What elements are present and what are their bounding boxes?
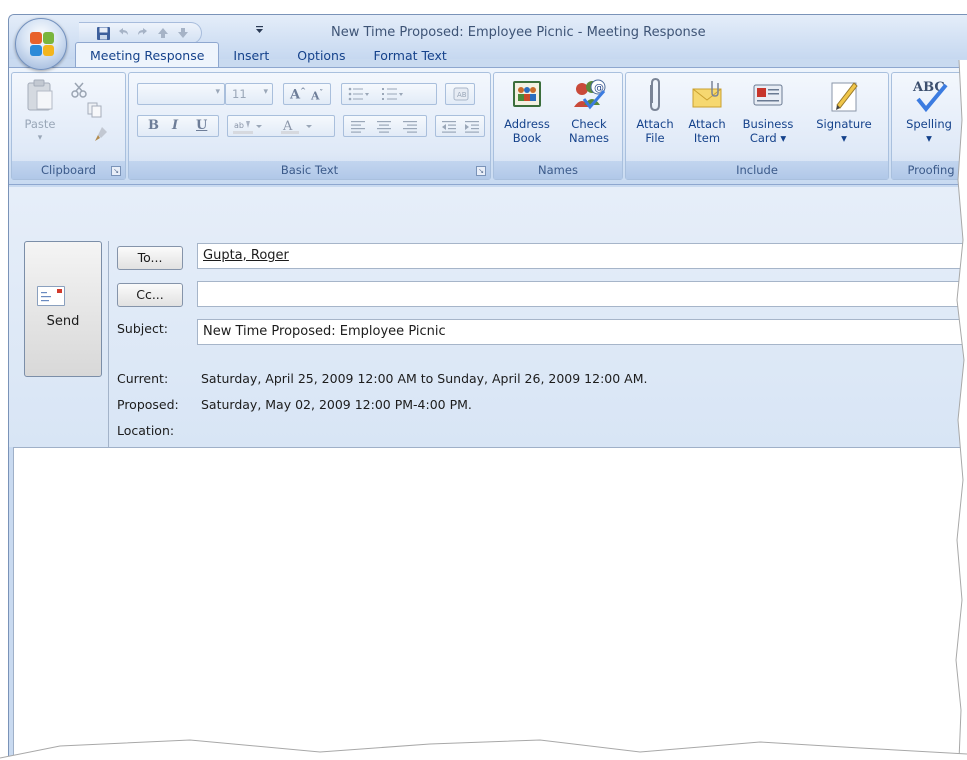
decrease-indent-icon[interactable] bbox=[441, 120, 457, 137]
cc-field[interactable] bbox=[197, 281, 967, 307]
color-buttons[interactable]: ab A bbox=[227, 115, 335, 137]
font-color-icon[interactable]: A bbox=[280, 118, 324, 139]
paste-icon bbox=[23, 77, 57, 113]
attach-item-button[interactable]: Attach Item bbox=[682, 77, 732, 145]
basic-text-group: ▾ 11 ▾ A^ Aˇ AB B I U ab A Basic Text ↘ bbox=[128, 72, 491, 180]
signature-pen-icon bbox=[827, 77, 861, 113]
current-time-value: Saturday, April 25, 2009 12:00 AM to Sun… bbox=[201, 371, 648, 386]
subject-label: Subject: bbox=[117, 321, 168, 336]
indent-buttons[interactable] bbox=[435, 115, 485, 137]
font-name-combo[interactable]: ▾ bbox=[137, 83, 225, 105]
paste-button[interactable]: Paste ▾ bbox=[18, 77, 62, 145]
shrink-font-icon[interactable]: Aˇ bbox=[311, 88, 323, 103]
office-button[interactable] bbox=[15, 18, 67, 70]
cut-icon[interactable] bbox=[70, 81, 88, 102]
increase-indent-icon[interactable] bbox=[464, 120, 480, 137]
business-card-icon bbox=[751, 77, 785, 113]
outlook-window: New Time Proposed: Employee Picnic - Mee… bbox=[8, 14, 967, 760]
font-style-buttons[interactable]: B I U bbox=[137, 115, 219, 137]
subject-field[interactable]: New Time Proposed: Employee Picnic bbox=[197, 319, 967, 345]
align-center-icon[interactable] bbox=[376, 120, 392, 137]
clipboard-group-label: Clipboard bbox=[12, 161, 125, 179]
clear-formatting-button[interactable]: AB bbox=[445, 83, 475, 105]
business-card-button[interactable]: Business Card ▾ bbox=[736, 77, 800, 145]
customize-dropdown-icon[interactable] bbox=[255, 25, 264, 38]
spelling-check-icon: ABC bbox=[912, 77, 948, 113]
to-field[interactable]: Gupta, Roger bbox=[197, 243, 967, 269]
ribbon: Paste ▾ Clipboard ↘ ▾ 11 ▾ A^ Aˇ AB B I … bbox=[9, 67, 967, 185]
envelope-attach-icon bbox=[690, 77, 724, 113]
tab-insert[interactable]: Insert bbox=[219, 43, 283, 67]
grow-shrink-font-buttons[interactable]: A^ Aˇ bbox=[283, 83, 331, 105]
proposed-label: Proposed: bbox=[117, 397, 179, 412]
check-names-icon: @ bbox=[572, 77, 606, 113]
proposed-time-value: Saturday, May 02, 2009 12:00 PM-4:00 PM. bbox=[201, 397, 472, 412]
highlight-icon[interactable]: ab bbox=[232, 118, 264, 139]
check-names-button[interactable]: @ Check Names bbox=[560, 77, 618, 145]
underline-icon[interactable]: U bbox=[196, 118, 207, 133]
tab-options[interactable]: Options bbox=[283, 43, 359, 67]
window-title: New Time Proposed: Employee Picnic - Mee… bbox=[331, 25, 706, 40]
torn-edge-bottom bbox=[0, 739, 967, 760]
svg-text:ab: ab bbox=[234, 121, 244, 130]
alignment-buttons[interactable] bbox=[343, 115, 427, 137]
italic-icon[interactable]: I bbox=[172, 118, 178, 133]
basic-text-launcher-icon[interactable]: ↘ bbox=[476, 166, 486, 176]
next-item-icon[interactable] bbox=[175, 25, 191, 41]
align-right-icon[interactable] bbox=[402, 120, 418, 137]
basic-text-group-label: Basic Text bbox=[129, 161, 490, 179]
location-label: Location: bbox=[117, 423, 175, 438]
names-group-label: Names bbox=[494, 161, 622, 179]
undo-icon[interactable] bbox=[115, 25, 131, 41]
font-size-combo[interactable]: 11 ▾ bbox=[225, 83, 273, 105]
signature-button[interactable]: Signature ▾ bbox=[806, 77, 882, 145]
format-painter-icon[interactable] bbox=[92, 125, 110, 146]
clear-formatting-icon: AB bbox=[452, 86, 470, 105]
office-logo-icon bbox=[30, 32, 54, 56]
torn-edge-right bbox=[955, 60, 967, 760]
include-group-label: Include bbox=[626, 161, 888, 179]
numbering-icon[interactable] bbox=[382, 87, 404, 104]
form-separator bbox=[108, 241, 109, 453]
attach-file-button[interactable]: Attach File bbox=[630, 77, 680, 145]
tab-meeting-response[interactable]: Meeting Response bbox=[75, 42, 220, 67]
bold-icon[interactable]: B bbox=[148, 118, 159, 133]
list-buttons[interactable] bbox=[341, 83, 437, 105]
svg-text:AB: AB bbox=[457, 91, 467, 99]
redo-icon[interactable] bbox=[135, 25, 151, 41]
cc-button[interactable]: Cc... bbox=[117, 283, 183, 307]
paperclip-icon bbox=[638, 77, 672, 113]
current-label: Current: bbox=[117, 371, 169, 386]
ribbon-tabs: Meeting Response Insert Options Format T… bbox=[75, 42, 967, 67]
save-icon[interactable] bbox=[95, 25, 111, 41]
bullets-icon[interactable] bbox=[348, 87, 370, 104]
message-body[interactable] bbox=[13, 447, 967, 760]
grow-font-icon[interactable]: A^ bbox=[290, 86, 306, 102]
send-button[interactable]: Send bbox=[24, 241, 102, 377]
address-book-button[interactable]: Address Book bbox=[498, 77, 556, 145]
tab-format-text[interactable]: Format Text bbox=[360, 43, 461, 67]
names-group: Address Book @ Check Names Names bbox=[493, 72, 623, 180]
clipboard-group: Paste ▾ Clipboard ↘ bbox=[11, 72, 126, 180]
previous-item-icon[interactable] bbox=[155, 25, 171, 41]
to-button[interactable]: To... bbox=[117, 246, 183, 270]
send-envelope-icon bbox=[37, 286, 65, 306]
include-group: Attach File Attach Item Business Card ▾ bbox=[625, 72, 889, 180]
address-book-icon bbox=[510, 77, 544, 113]
align-left-icon[interactable] bbox=[350, 120, 366, 137]
copy-icon[interactable] bbox=[86, 101, 104, 122]
clipboard-launcher-icon[interactable]: ↘ bbox=[111, 166, 121, 176]
quick-access-toolbar bbox=[79, 22, 202, 44]
